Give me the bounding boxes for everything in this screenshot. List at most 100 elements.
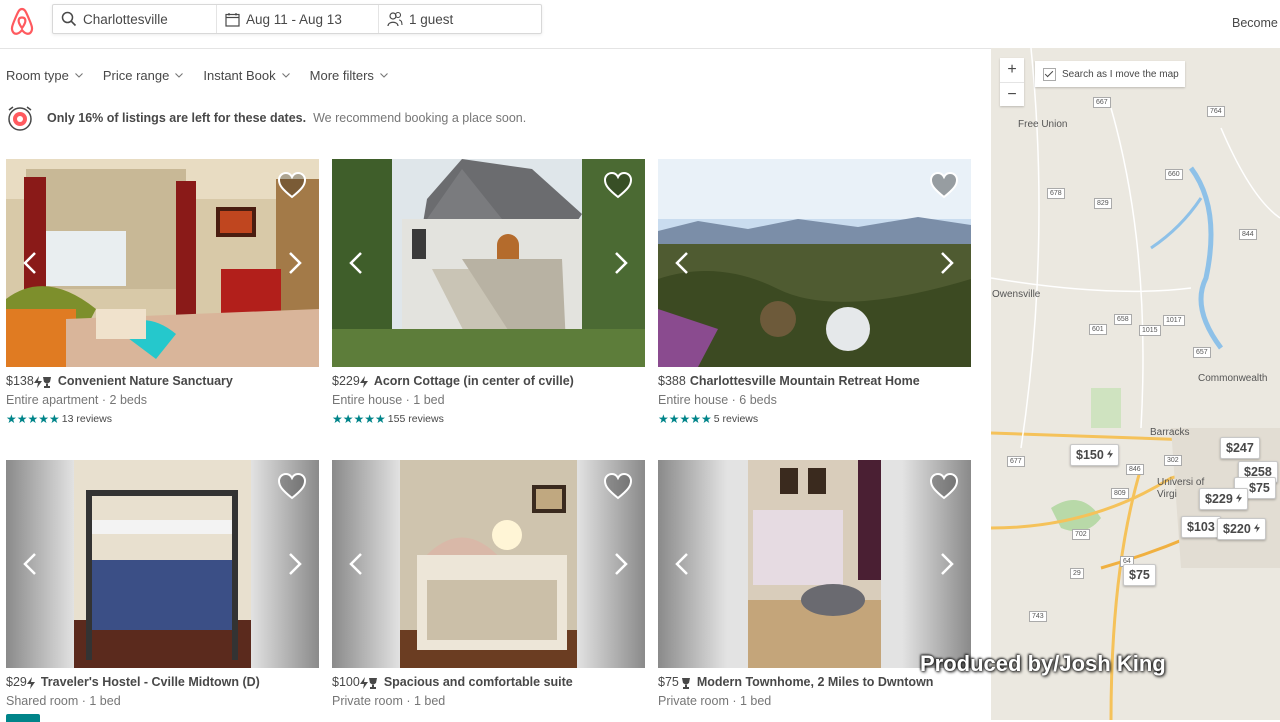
star-rating-icon: ★★★★★ — [332, 412, 386, 426]
dates-field[interactable]: Aug 11 - Aug 13 — [216, 5, 378, 33]
road-marker: 1017 — [1163, 315, 1185, 326]
zoom-in-button[interactable]: + — [1000, 58, 1024, 83]
filter-room-type[interactable]: Room type — [6, 68, 83, 83]
price-pin[interactable]: $220 — [1217, 518, 1267, 540]
calendar-icon — [225, 12, 240, 27]
instant-book-icon — [359, 375, 368, 388]
chevron-left-icon[interactable] — [22, 251, 38, 275]
listing-type: Entire apartment · 2 beds — [6, 393, 148, 407]
road-marker: 829 — [1094, 198, 1112, 209]
listing-type: Entire house · 1 bed — [332, 393, 445, 407]
chevron-down-icon — [380, 73, 388, 78]
listing-type: Shared room · 1 bed — [6, 694, 121, 708]
chevron-right-icon[interactable] — [613, 552, 629, 576]
filter-instant-book[interactable]: Instant Book — [203, 68, 290, 83]
listing-type: Entire house · 6 beds — [658, 393, 777, 407]
listing-price: $229 — [332, 374, 360, 388]
notice-rest: We recommend booking a place soon. — [313, 111, 527, 125]
chevron-right-icon[interactable] — [287, 552, 303, 576]
listing-title[interactable]: $100 Spacious and comfortable suite — [332, 675, 645, 689]
listing-card[interactable]: $229 Acorn Cottage (in center of cville) … — [332, 159, 645, 426]
instant-book-icon — [359, 676, 368, 689]
listing-price: $388 — [658, 374, 686, 388]
listing-title[interactable]: $388 Charlottesville Mountain Retreat Hom… — [658, 374, 971, 388]
location-field[interactable]: Charlottesville — [53, 5, 216, 33]
review-count: 5 reviews — [713, 413, 759, 425]
checkbox[interactable] — [1043, 67, 1056, 81]
chevron-right-icon[interactable] — [287, 251, 303, 275]
chevron-down-icon — [74, 73, 83, 78]
listing-photo[interactable] — [658, 159, 971, 367]
heart-icon[interactable] — [929, 171, 959, 199]
search-icon — [61, 11, 77, 27]
filter-price-range[interactable]: Price range — [102, 68, 184, 83]
listing-card[interactable]: $29 Traveler's Hostel - Cville Midtown (D… — [6, 460, 319, 708]
listing-title[interactable]: $138 Convenient Nature Sanctuary — [6, 374, 319, 388]
review-count: 13 reviews — [61, 413, 112, 425]
listing-photo[interactable] — [6, 159, 319, 367]
guests-field[interactable]: 1 guest — [378, 5, 539, 33]
price-pin[interactable]: $75 — [1123, 564, 1156, 586]
filter-bar: Room type Price range Instant Book More … — [6, 68, 408, 83]
search-as-move-toggle[interactable]: Search as I move the map — [1035, 61, 1185, 87]
road-marker: 764 — [1207, 106, 1225, 117]
dates-value: Aug 11 - Aug 13 — [246, 11, 342, 27]
price-pin[interactable]: $103 — [1181, 516, 1221, 538]
chevron-left-icon[interactable] — [674, 251, 690, 275]
road-marker: 844 — [1239, 229, 1257, 240]
road-marker: 743 — [1029, 611, 1047, 622]
airbnb-logo-icon[interactable] — [8, 6, 36, 38]
trophy-icon — [42, 376, 51, 388]
filter-more[interactable]: More filters — [310, 68, 388, 83]
search-bar[interactable]: Charlottesville Aug 11 - Aug 13 1 guest — [52, 4, 542, 34]
listing-card[interactable]: $138 Convenient Nature Sanctuary Entire a… — [6, 159, 319, 426]
chevron-right-icon[interactable] — [939, 552, 955, 576]
chevron-right-icon[interactable] — [613, 251, 629, 275]
pin-price: $247 — [1226, 441, 1254, 455]
road-marker: 1015 — [1139, 325, 1161, 336]
listing-card[interactable]: $100 Spacious and comfortable suite Priva… — [332, 460, 645, 708]
filter-label: Price range — [102, 68, 170, 83]
road-marker: 677 — [1007, 456, 1025, 467]
heart-icon[interactable] — [603, 171, 633, 199]
listing-title[interactable]: $29 Traveler's Hostel - Cville Midtown (D… — [6, 675, 319, 689]
price-pin[interactable]: $247 — [1220, 437, 1260, 459]
guests-value: 1 guest — [409, 11, 454, 27]
pin-price: $75 — [1249, 481, 1270, 495]
listing-name: Spacious and comfortable suite — [383, 675, 573, 689]
guests-icon — [387, 11, 403, 27]
become-host-link[interactable]: Become a host — [1232, 16, 1280, 30]
pin-price: $103 — [1187, 520, 1215, 534]
zoom-out-button[interactable]: − — [1000, 83, 1024, 107]
road-marker: 302 — [1164, 455, 1182, 466]
trophy-icon — [368, 677, 377, 689]
mountain-view-photo — [658, 159, 971, 367]
search-as-move-label: Search as I move the map — [1062, 68, 1179, 80]
listing-title[interactable]: $229 Acorn Cottage (in center of cville) — [332, 374, 645, 388]
heart-icon[interactable] — [603, 472, 633, 500]
price-pin[interactable]: $229 — [1199, 488, 1249, 510]
chevron-left-icon[interactable] — [674, 552, 690, 576]
availability-notice: Only 16% of listings are left for these … — [6, 104, 526, 132]
star-rating-icon: ★★★★★ — [6, 412, 60, 426]
notice-bold: Only 16% of listings are left for these … — [47, 111, 307, 125]
road-marker: 809 — [1111, 488, 1129, 499]
listing-photo[interactable] — [332, 460, 645, 668]
chevron-right-icon[interactable] — [939, 251, 955, 275]
listing-photo[interactable] — [658, 460, 971, 668]
chevron-left-icon[interactable] — [348, 251, 364, 275]
heart-icon[interactable] — [277, 472, 307, 500]
listing-title[interactable]: $75 Modern Townhome, 2 Miles to Dwntown — [658, 675, 971, 689]
chevron-left-icon[interactable] — [348, 552, 364, 576]
heart-icon[interactable] — [929, 472, 959, 500]
zoom-control: + − — [1000, 58, 1024, 106]
price-pin[interactable]: $150 — [1070, 444, 1120, 466]
pin-price: $150 — [1076, 448, 1104, 462]
heart-icon[interactable] — [277, 171, 307, 199]
map-place-label: Barracks — [1150, 427, 1190, 438]
listing-photo[interactable] — [332, 159, 645, 367]
listing-photo[interactable] — [6, 460, 319, 668]
listing-card[interactable]: $388 Charlottesville Mountain Retreat Hom… — [658, 159, 971, 426]
chevron-left-icon[interactable] — [22, 552, 38, 576]
road-marker: 29 — [1070, 568, 1084, 579]
